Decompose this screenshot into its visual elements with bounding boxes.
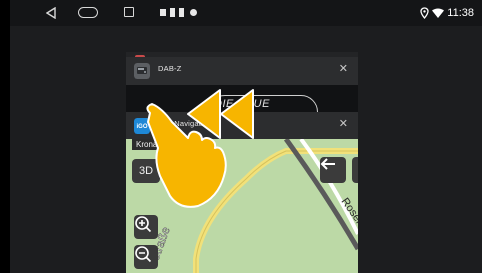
location-label: Kronau (Karlsruhe)	[132, 139, 208, 150]
sd-card-icon	[170, 8, 175, 17]
3d-view-button[interactable]: 3D	[132, 159, 160, 183]
back-arrow-button[interactable]	[320, 157, 346, 183]
back-arrow-icon	[320, 158, 335, 170]
notification-icon	[160, 9, 166, 16]
sd-card-icon	[179, 8, 184, 17]
recent-card-dab-z[interactable]: DAB-Z ✕	[126, 57, 358, 85]
status-bar: 11:38	[10, 0, 482, 26]
zoom-in-icon	[135, 216, 152, 233]
zoom-out-button[interactable]	[134, 245, 158, 269]
back-icon[interactable]	[46, 7, 56, 19]
card-title: DAB-Z	[158, 64, 182, 73]
station-text: DIE NEUE	[214, 98, 270, 110]
record-icon	[190, 9, 197, 16]
igo-navigation-app-icon: iGO	[134, 118, 150, 134]
status-time: 11:38	[447, 7, 474, 19]
zoom-out-icon	[135, 246, 152, 263]
close-icon[interactable]: ✕	[339, 62, 348, 75]
map-menu-button[interactable]	[352, 157, 358, 183]
dab-z-app-icon	[134, 63, 150, 79]
recent-card-igo[interactable]: iGO iGO Navigation ✕	[126, 112, 358, 139]
recents-icon[interactable]	[124, 7, 134, 17]
zoom-in-button[interactable]	[134, 215, 158, 239]
status-icons: 11:38	[420, 5, 474, 21]
android-screen: 11:38 DAB-Z ✕ DIE NEUE iGO iGO Navigatio…	[10, 0, 482, 273]
close-icon[interactable]: ✕	[339, 117, 348, 130]
location-icon	[420, 7, 429, 19]
svg-text:iGO: iGO	[136, 124, 147, 130]
wifi-icon	[432, 8, 445, 18]
card-title: iGO Navigation	[158, 119, 212, 128]
home-icon[interactable]	[78, 7, 98, 18]
igo-map-preview[interactable]: Rosensti ostraße Kronau (Karlsruhe) 3D	[126, 139, 358, 273]
